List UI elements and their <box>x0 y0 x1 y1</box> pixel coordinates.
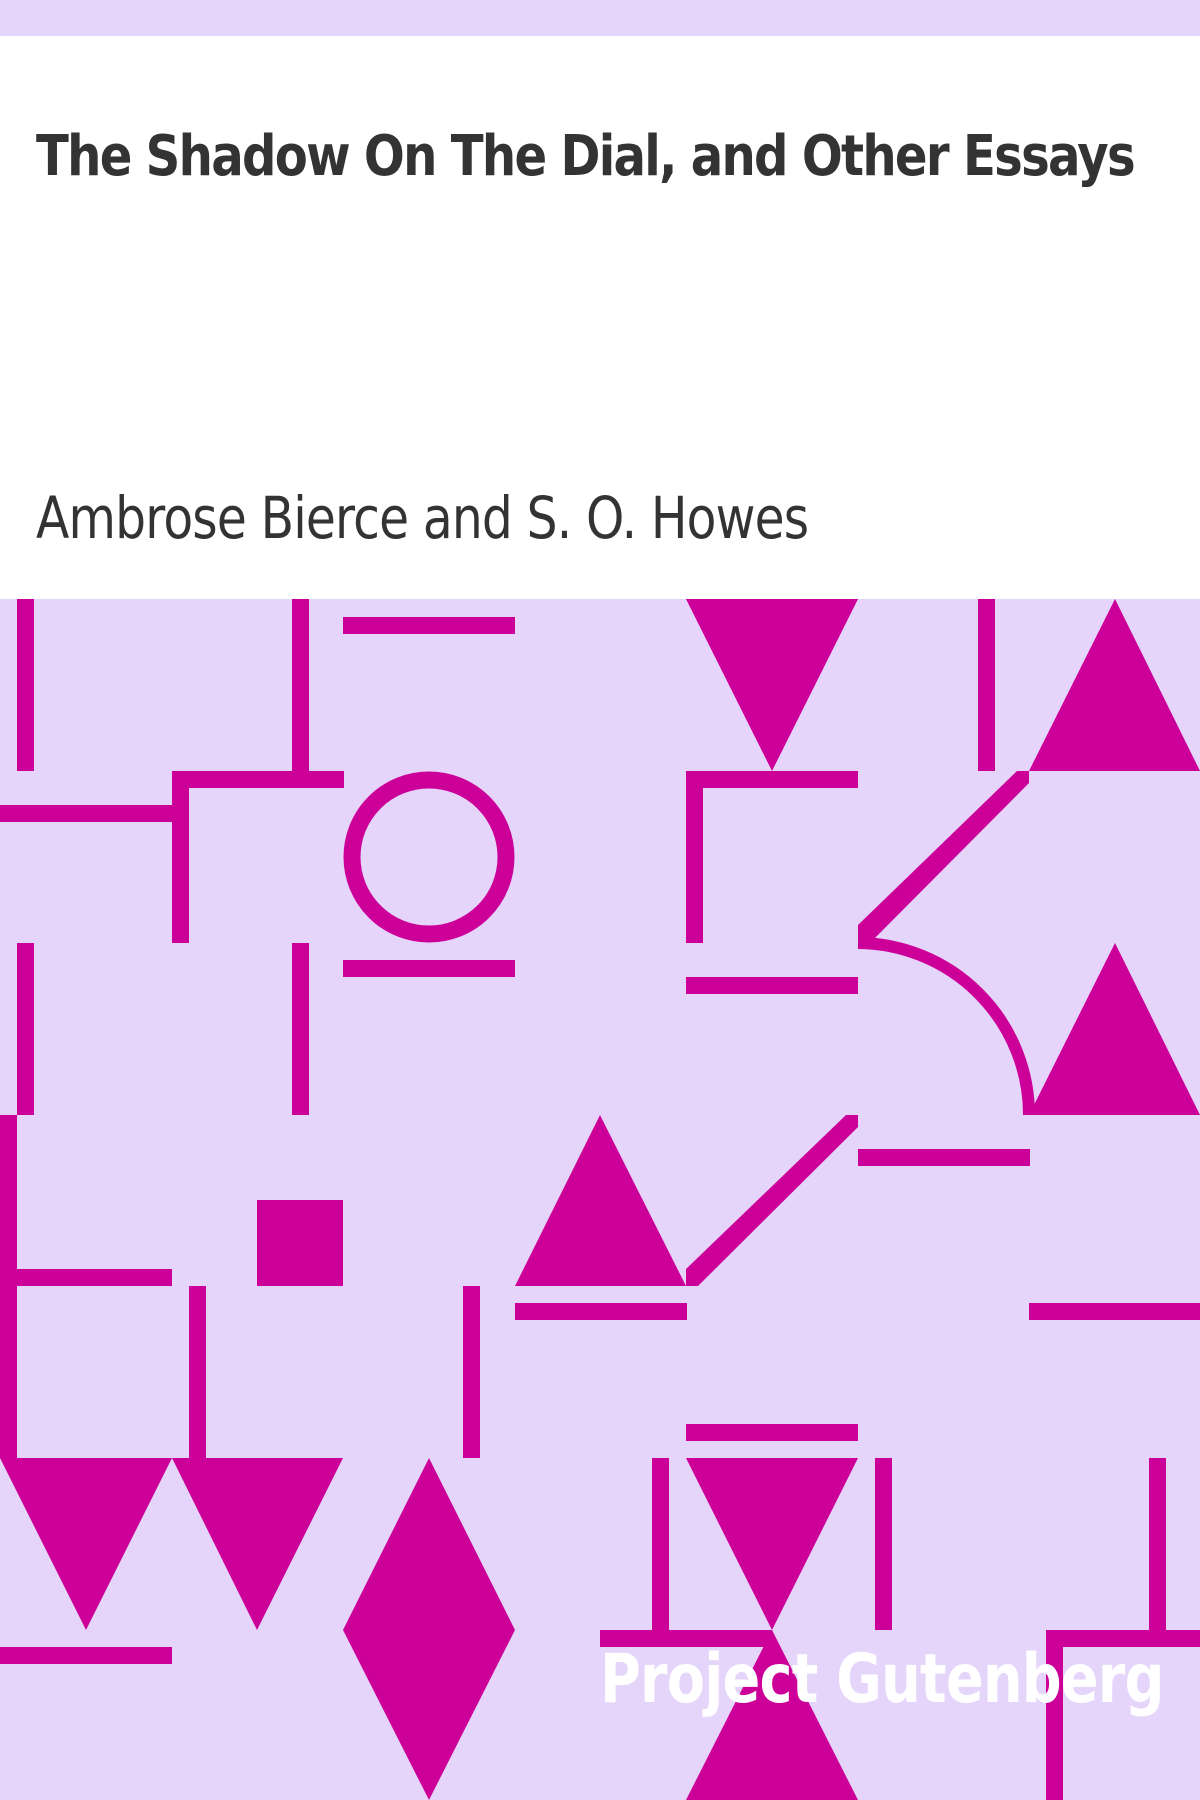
triangle-up <box>1029 599 1200 771</box>
diamond <box>343 1458 515 1800</box>
bar-vertical <box>978 599 995 771</box>
triangle-down <box>686 599 858 771</box>
triangle-up <box>515 1115 686 1286</box>
bar-vertical <box>652 1458 669 1630</box>
bar-vertical <box>17 599 34 771</box>
publisher-name: Project Gutenberg <box>600 1640 1164 1719</box>
bar-vertical <box>292 943 309 1115</box>
bar-vertical <box>1149 1458 1166 1630</box>
triangle-up <box>1029 943 1200 1115</box>
bar-vertical <box>0 1115 17 1458</box>
triangle-down <box>0 1458 172 1630</box>
bar-horizontal <box>686 1424 858 1441</box>
bar-vertical <box>189 1286 206 1458</box>
quarter-arc <box>857 937 1035 1116</box>
bar-vertical <box>463 1286 480 1458</box>
triangle-down <box>686 1458 858 1630</box>
bar-vertical <box>875 1458 892 1630</box>
bar-horizontal <box>343 960 515 977</box>
bar-horizontal <box>858 1149 1030 1166</box>
book-cover: The Shadow On The Dial, and Other Essays… <box>0 0 1200 1800</box>
triangle-down <box>172 1458 343 1630</box>
bar-vertical <box>292 599 309 771</box>
bar-horizontal <box>0 1269 172 1286</box>
ring <box>343 771 515 943</box>
diagonal-bar <box>858 771 1029 943</box>
square <box>257 1200 343 1286</box>
diagonal-bar <box>686 1115 858 1286</box>
bar-horizontal <box>515 1303 687 1320</box>
bar-horizontal <box>172 771 344 788</box>
bar-horizontal <box>0 1647 172 1664</box>
geometric-pattern <box>0 599 1200 1800</box>
bar-vertical <box>172 771 189 943</box>
bar-vertical <box>17 943 34 1115</box>
bar-horizontal <box>686 771 858 788</box>
bar-horizontal <box>0 805 172 822</box>
bar-vertical <box>686 771 703 943</box>
bar-horizontal <box>686 977 858 994</box>
pattern-shapes <box>0 599 1200 1800</box>
bar-horizontal <box>1029 1303 1200 1320</box>
bar-horizontal <box>343 617 515 634</box>
